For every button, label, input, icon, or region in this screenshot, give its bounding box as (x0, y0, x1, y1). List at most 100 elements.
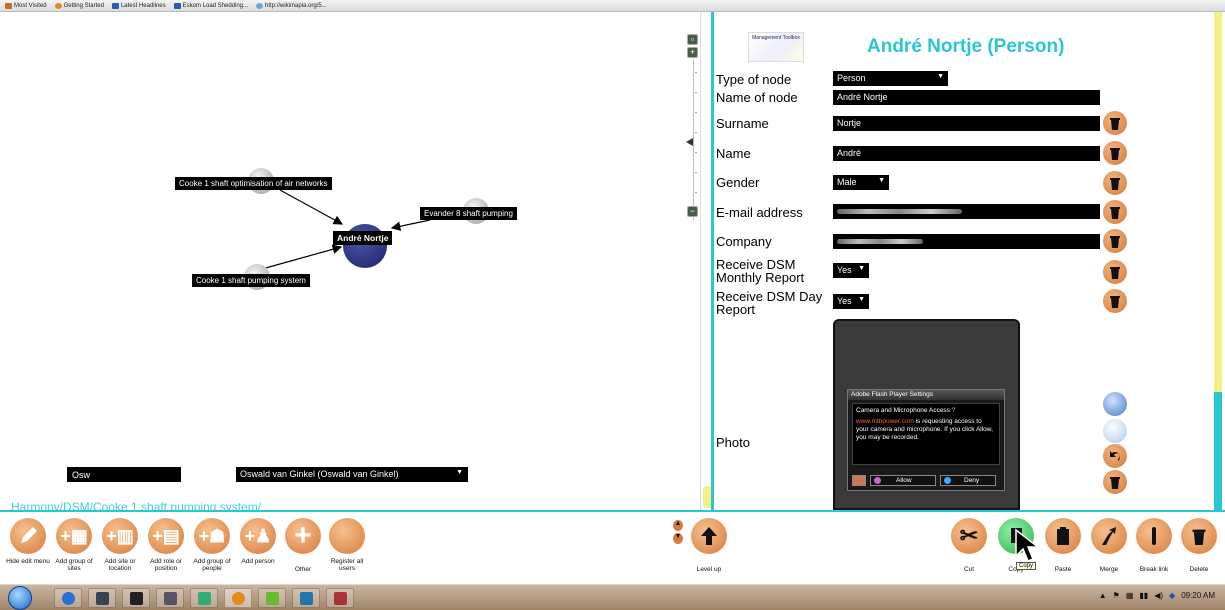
add-person-icon: +♟ (240, 518, 276, 554)
trash-icon (1110, 296, 1120, 308)
allow-button[interactable]: Allow (870, 475, 936, 486)
redacted-text (837, 209, 962, 214)
zoom-out-button[interactable]: − (687, 206, 698, 217)
other-button[interactable]: + Other (280, 518, 326, 573)
button-label: Add group of people (193, 558, 231, 572)
firefox-icon (54, 2, 62, 9)
zoom-slider-track[interactable] (693, 60, 697, 220)
break-link-button[interactable]: Break link (1131, 518, 1177, 573)
taskbar-app[interactable] (88, 588, 116, 608)
surname-label: Surname (716, 116, 769, 131)
zoom-tick (695, 192, 697, 193)
pencil-icon (10, 518, 46, 554)
clear-monthly-report-button[interactable] (1103, 260, 1127, 284)
scissors-icon: ✂ (951, 518, 987, 554)
clear-company-button[interactable] (1103, 229, 1127, 253)
monthly-report-select[interactable]: Yes ▼ (833, 263, 869, 278)
register-all-users-button[interactable]: Register all users (324, 518, 370, 572)
level-toggle[interactable]: ▲ ▼ (673, 520, 683, 544)
type-of-node-select[interactable]: Person ▼ (833, 71, 948, 86)
fit-view-icon[interactable]: ▫ (687, 34, 698, 45)
taskbar-app-active[interactable] (224, 588, 252, 608)
node-label[interactable]: Cooke 1 shaft pumping system (192, 274, 310, 287)
camera-settings-icon[interactable] (852, 475, 866, 486)
add-group-of-sites-button[interactable]: +▦ Add group of sites (51, 518, 97, 572)
form-scrollbar[interactable] (1211, 12, 1225, 510)
node-label[interactable]: Cooke 1 shaft optimisation of air networ… (175, 177, 332, 190)
delete-button[interactable]: Delete (1176, 518, 1222, 573)
taskbar-app[interactable] (190, 588, 218, 608)
bookmark-most-visited[interactable]: Most Visited (5, 2, 47, 9)
volume-icon[interactable]: ◀) (1154, 591, 1163, 600)
add-person-button[interactable]: +♟ Add person (235, 518, 281, 565)
flash-heading: Camera and Microphone Access ? (856, 407, 956, 414)
add-group-of-people-button[interactable]: +☗ Add group of people (189, 518, 235, 572)
clear-surname-button[interactable] (1103, 111, 1127, 135)
day-report-select[interactable]: Yes ▼ (833, 294, 869, 309)
zoom-slider-thumb[interactable] (686, 138, 693, 146)
undo-icon[interactable] (1103, 444, 1127, 468)
flash-dialog-body: Camera and Microphone Access ? www.mtbpo… (852, 403, 1000, 465)
signal-icon[interactable]: ▮▮ (1139, 591, 1148, 600)
start-button[interactable] (8, 586, 32, 610)
clear-gender-button[interactable] (1103, 171, 1127, 195)
form-scrollbar-track[interactable] (1214, 12, 1222, 392)
network-icon[interactable]: ▦ (1126, 591, 1134, 600)
selected-node-label[interactable]: André Nortje (333, 231, 393, 245)
level-up-button[interactable]: Level up (686, 518, 732, 573)
taskbar-app[interactable] (326, 588, 354, 608)
name-field[interactable]: André (833, 146, 1100, 161)
register-icon (329, 518, 365, 554)
bookmark-eskom[interactable]: Eskom Load Shedding... (173, 2, 248, 9)
trash-icon (1110, 148, 1120, 160)
update-icon[interactable]: ◆ (1169, 591, 1175, 600)
page-title: André Nortje (Person) (867, 36, 1065, 57)
button-label: Break link (1139, 566, 1169, 573)
add-role-button[interactable]: +▤ Add role or position (143, 518, 189, 572)
deny-button[interactable]: Deny (940, 475, 996, 486)
cut-button[interactable]: ✂ Cut (946, 518, 992, 573)
name-of-node-field[interactable]: André Nortje (833, 90, 1100, 105)
zoom-tick (695, 112, 697, 113)
user-select-value: Oswald van Ginkel (Oswald van Ginkel) (240, 469, 399, 479)
email-field[interactable] (833, 204, 1100, 219)
mouse-cursor-icon (1015, 528, 1041, 562)
bookmark-latest-headlines[interactable]: Latest Headlines (111, 2, 166, 9)
graph-pane[interactable]: Cooke 1 shaft optimisation of air networ… (0, 12, 700, 514)
name-of-node-label: Name of node (716, 90, 798, 105)
node-label[interactable]: Evander 8 shaft pumping (420, 207, 517, 220)
browser-icon (62, 592, 75, 605)
taskbar-app[interactable] (54, 588, 82, 608)
taskbar-app[interactable] (258, 588, 286, 608)
type-of-node-label: Type of node (716, 72, 792, 87)
user-select[interactable]: Oswald van Ginkel (Oswald van Ginkel) ▼ (236, 467, 468, 482)
merge-button[interactable]: Merge (1086, 518, 1132, 573)
add-site-button[interactable]: +▥ Add site or location (97, 518, 143, 572)
button-label: Register all users (330, 558, 364, 572)
taskbar-app[interactable] (122, 588, 150, 608)
clock[interactable]: 09:20 AM (1181, 591, 1215, 600)
clear-day-report-button[interactable] (1103, 289, 1127, 313)
clear-photo-button[interactable] (1103, 470, 1127, 494)
show-hidden-icons-icon[interactable]: ▲ (1099, 591, 1107, 600)
company-field[interactable] (833, 234, 1100, 249)
clear-email-button[interactable] (1103, 200, 1127, 224)
user-filter-input[interactable]: Osw (67, 467, 181, 482)
bookmark-wikimapia[interactable]: http://wikimapia.org/5... (256, 2, 327, 9)
taskbar-app[interactable] (292, 588, 320, 608)
photo-area[interactable]: Adobe Flash Player Settings Camera and M… (833, 319, 1020, 510)
webcam-icon[interactable] (1103, 392, 1127, 416)
paste-button[interactable]: Paste (1040, 518, 1086, 573)
surname-field[interactable]: Nortje (833, 116, 1100, 131)
help-icon[interactable]: ? (952, 407, 956, 414)
clear-name-button[interactable] (1103, 141, 1127, 165)
upload-photo-icon[interactable] (1103, 419, 1127, 443)
taskbar-app[interactable] (156, 588, 184, 608)
zoom-in-button[interactable]: + (687, 47, 698, 58)
hide-edit-menu-button[interactable]: Hide edit menu (5, 518, 51, 565)
form-scrollbar-thumb[interactable] (1214, 392, 1222, 510)
merge-icon (1091, 518, 1127, 554)
bookmark-getting-started[interactable]: Getting Started (54, 2, 104, 9)
gender-select[interactable]: Male ▼ (833, 175, 889, 190)
flag-icon[interactable]: ⚑ (1113, 591, 1120, 600)
